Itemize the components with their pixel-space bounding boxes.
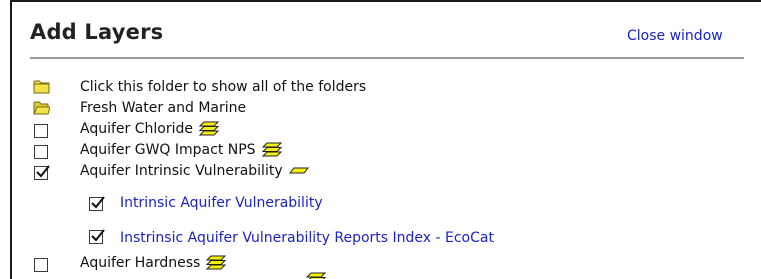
close-window-link[interactable]: Close window	[627, 28, 723, 44]
sublayer-row-intrinsic-aquifer-vulnerability: Intrinsic Aquifer Vulnerability	[89, 195, 323, 222]
panel-title: Add Layers	[30, 20, 164, 44]
layer-checkbox-checked[interactable]	[33, 163, 50, 180]
sublayer-checkbox-checked[interactable]	[89, 195, 106, 221]
sublayer-link[interactable]: Intrinsic Aquifer Vulnerability	[120, 195, 323, 211]
single-layer-icon	[288, 163, 310, 179]
title-divider	[30, 57, 744, 59]
folder-row-fresh-water-marine[interactable]: Fresh Water and Marine	[33, 98, 246, 118]
layer-checkbox[interactable]	[33, 142, 50, 159]
layer-checkbox[interactable]	[33, 255, 50, 272]
layer-checkbox[interactable]	[33, 121, 50, 138]
layer-label: Aquifer GWQ Impact NPS	[80, 142, 256, 158]
layer-row-aquifer-hardness: Aquifer Hardness	[33, 253, 227, 273]
layer-label: Aquifer Chloride	[80, 121, 193, 137]
layer-row-aquifer-intrinsic-vulnerability: Aquifer Intrinsic Vulnerability	[33, 161, 310, 181]
folder-closed-icon[interactable]	[33, 79, 50, 96]
layer-row-aquifer-gwq-impact-nps: Aquifer GWQ Impact NPS	[33, 140, 283, 160]
folder-row-all-folders[interactable]: Click this folder to show all of the fol…	[33, 77, 366, 97]
layer-row-aquifer-chloride: Aquifer Chloride	[33, 119, 220, 139]
stacked-layers-icon	[198, 121, 220, 137]
layer-label: Aquifer Intrinsic Vulnerability	[80, 163, 283, 179]
stacked-layers-icon	[305, 272, 327, 279]
folder-label: Fresh Water and Marine	[80, 100, 247, 116]
folder-open-icon[interactable]	[33, 100, 51, 117]
sublayer-link[interactable]: Instrinsic Aquifer Vulnerability Reports…	[120, 230, 494, 246]
folder-label: Click this folder to show all of the fol…	[80, 79, 367, 95]
stacked-layers-icon	[261, 142, 283, 158]
stacked-layers-icon	[205, 255, 227, 271]
layer-label: Aquifer Hardness	[80, 255, 201, 271]
